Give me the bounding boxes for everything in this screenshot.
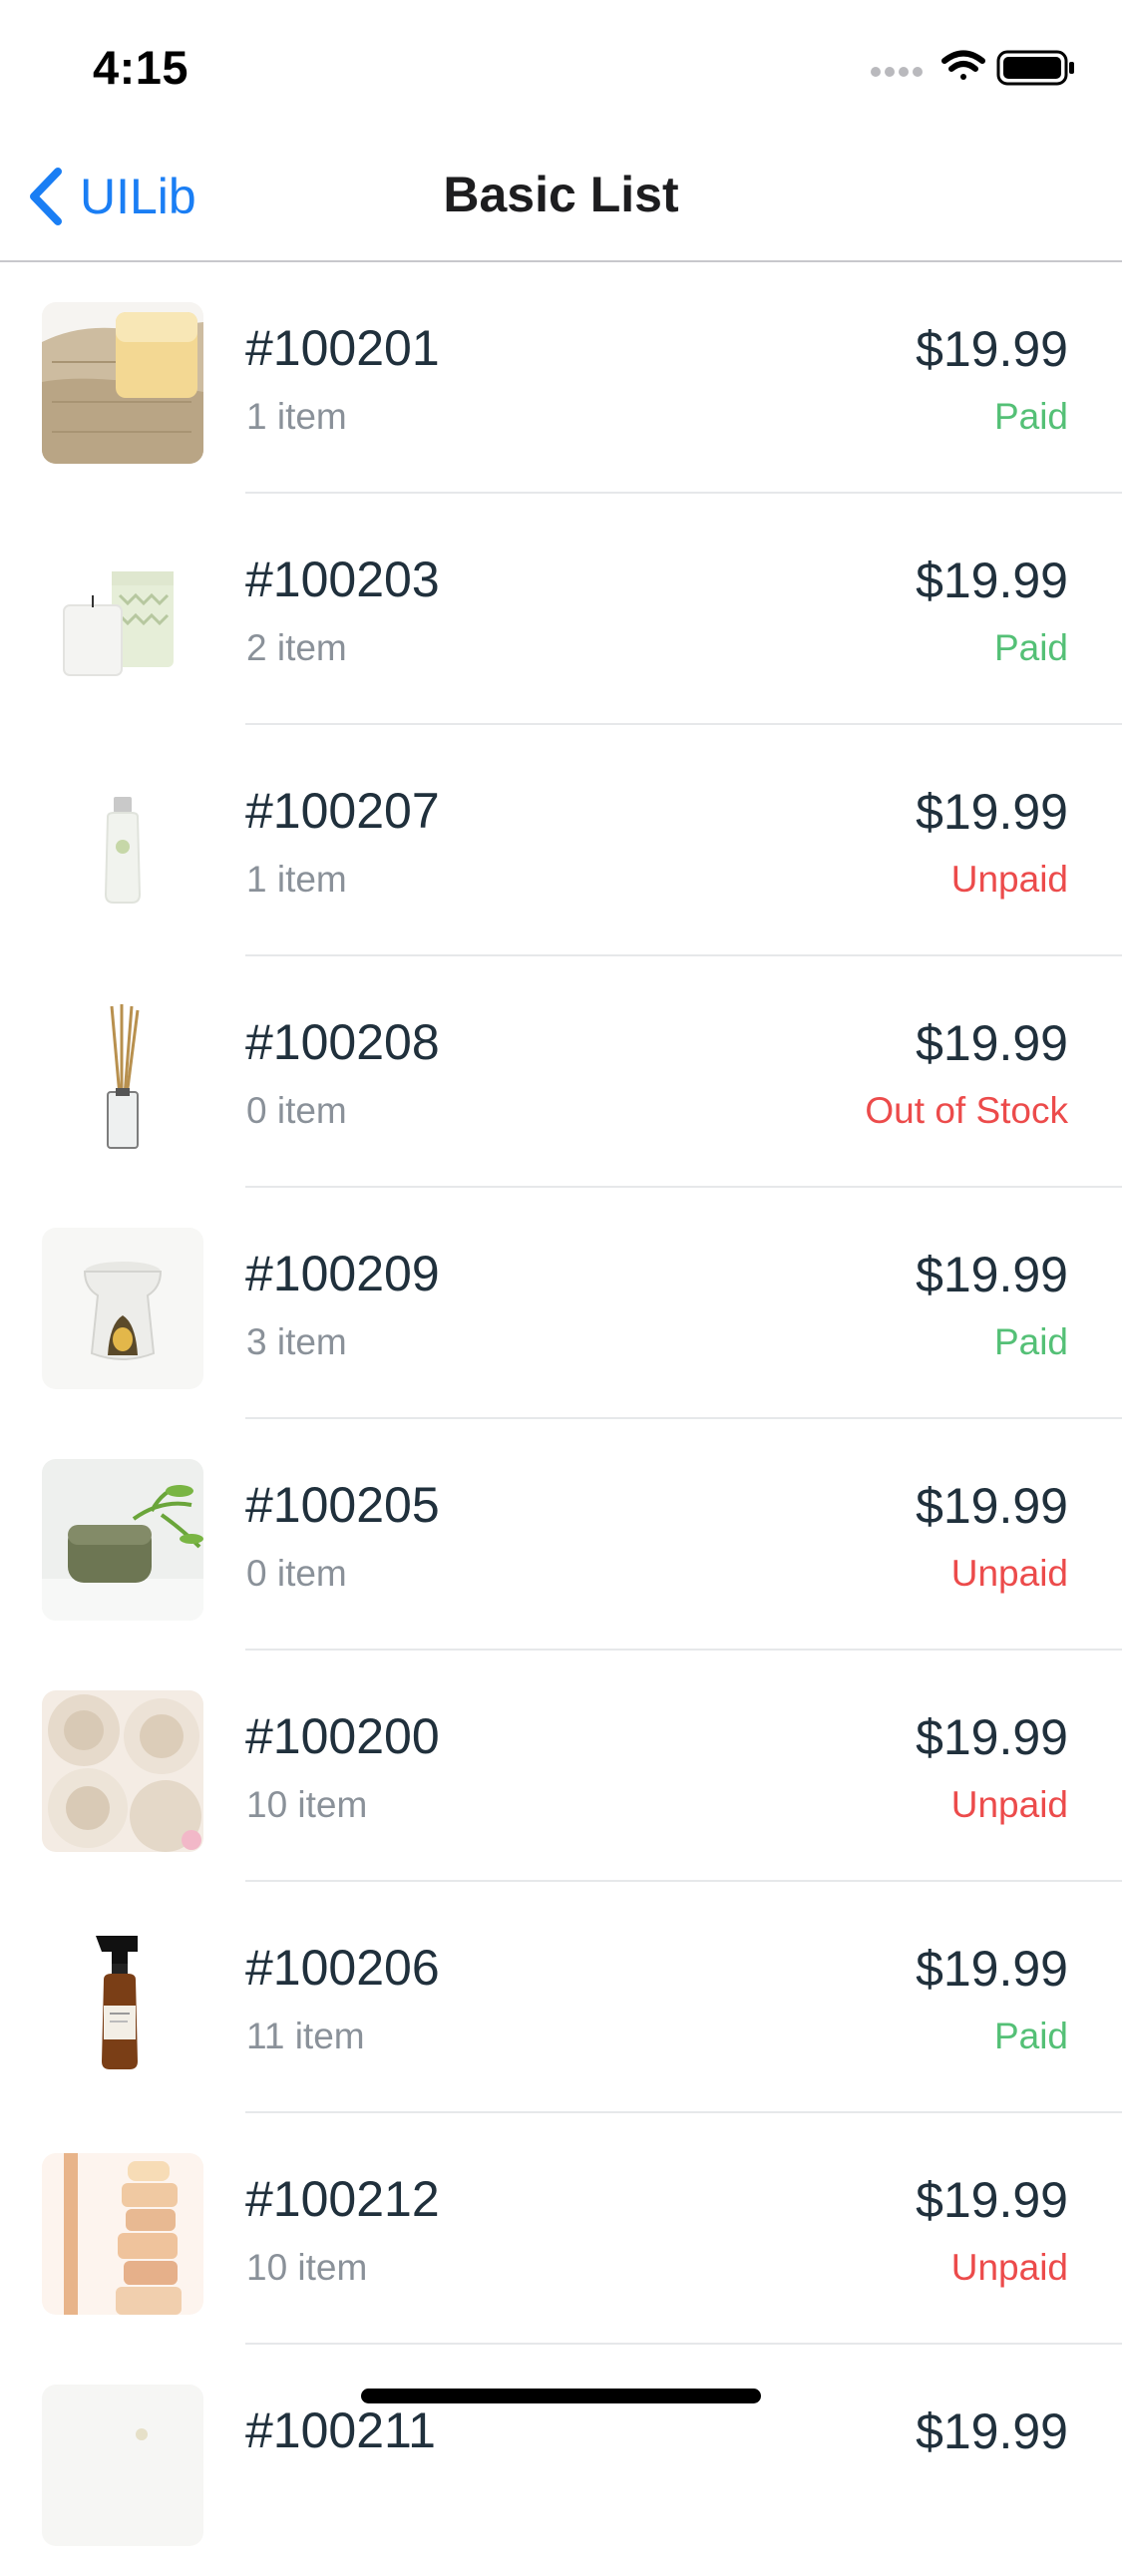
- order-list: #100201 1 item $19.99 Paid #100203 2 ite…: [0, 262, 1122, 2576]
- page-title: Basic List: [443, 167, 679, 222]
- order-number: #100203: [245, 552, 440, 607]
- order-price: $19.99: [916, 1247, 1068, 1302]
- oil-burner-thumbnail: [42, 1228, 203, 1389]
- payment-status: Out of Stock: [865, 1090, 1068, 1131]
- order-price: $19.99: [916, 2403, 1068, 2459]
- payment-status: Paid: [993, 627, 1068, 668]
- payment-status: Paid: [993, 1321, 1068, 1362]
- list-item[interactable]: #100209 3 item $19.99 Paid: [0, 1188, 1122, 1419]
- item-count: 1 item: [246, 396, 347, 437]
- item-count: 1 item: [246, 859, 347, 900]
- list-item[interactable]: #100203 2 item $19.99 Paid: [0, 494, 1122, 725]
- order-price: $19.99: [916, 1709, 1068, 1765]
- payment-status: Paid: [993, 396, 1068, 437]
- order-price: $19.99: [916, 1015, 1068, 1071]
- product-thumbnail: [42, 2385, 203, 2546]
- item-count: 0 item: [246, 1090, 347, 1131]
- order-price: $19.99: [916, 1941, 1068, 1997]
- wifi-icon: [941, 50, 985, 80]
- item-count: 11 item: [246, 2016, 365, 2056]
- candle-thumbnail: [42, 534, 203, 695]
- order-price: $19.99: [916, 2172, 1068, 2228]
- herbal-soap-thumbnail: [42, 1459, 203, 1621]
- order-number: #100200: [245, 1708, 440, 1764]
- order-price: $19.99: [916, 784, 1068, 840]
- order-number: #100208: [245, 1014, 440, 1070]
- item-count: 10 item: [246, 1784, 368, 1825]
- list-item[interactable]: #100206 11 item $19.99 Paid: [0, 1882, 1122, 2113]
- order-price: $19.99: [916, 552, 1068, 608]
- item-count: 10 item: [246, 2247, 368, 2288]
- rolled-towels-thumbnail: [42, 1690, 203, 1852]
- payment-status: Unpaid: [950, 1553, 1068, 1594]
- order-number: #100201: [245, 320, 440, 376]
- list-item[interactable]: #100211 $19.99: [0, 2345, 1122, 2576]
- order-price: $19.99: [916, 1478, 1068, 1534]
- cellular-signal-icon: [871, 67, 923, 77]
- list-item[interactable]: #100208 0 item $19.99 Out of Stock: [0, 956, 1122, 1188]
- item-count: 2 item: [246, 627, 347, 668]
- order-number: #100209: [245, 1246, 440, 1301]
- list-item[interactable]: #100200 10 item $19.99 Unpaid: [0, 1651, 1122, 1882]
- order-number: #100205: [245, 1477, 440, 1533]
- list-item[interactable]: #100205 0 item $19.99 Unpaid: [0, 1419, 1122, 1651]
- order-number: #100212: [245, 2171, 440, 2227]
- status-bar: 4:15: [0, 0, 1122, 132]
- item-count: 0 item: [246, 1553, 347, 1594]
- status-time: 4:15: [93, 41, 189, 94]
- order-price: $19.99: [916, 321, 1068, 377]
- soap-stack-thumbnail: [42, 2153, 203, 2315]
- list-item[interactable]: #100201 1 item $19.99 Paid: [0, 262, 1122, 494]
- payment-status: Unpaid: [950, 859, 1068, 900]
- reed-diffuser-thumbnail: [42, 996, 203, 1158]
- payment-status: Unpaid: [950, 2247, 1068, 2288]
- spray-bottle-thumbnail: [42, 1922, 203, 2083]
- home-indicator[interactable]: [361, 2389, 761, 2403]
- lotion-bottle-thumbnail: [42, 765, 203, 926]
- list-item[interactable]: #100207 1 item $19.99 Unpaid: [0, 725, 1122, 956]
- payment-status: Unpaid: [950, 1784, 1068, 1825]
- list-item[interactable]: #100212 10 item $19.99 Unpaid: [0, 2113, 1122, 2345]
- payment-status: Paid: [993, 2016, 1068, 2056]
- item-count: 3 item: [246, 1321, 347, 1362]
- status-icons: [871, 48, 1080, 88]
- battery-icon: [996, 50, 1074, 86]
- order-number: #100207: [245, 783, 440, 839]
- order-number: #100206: [245, 1940, 440, 1996]
- order-number: #100211: [245, 2402, 436, 2458]
- loofah-soap-thumbnail: [42, 302, 203, 464]
- navigation-bar: UILib Basic List: [0, 132, 1122, 262]
